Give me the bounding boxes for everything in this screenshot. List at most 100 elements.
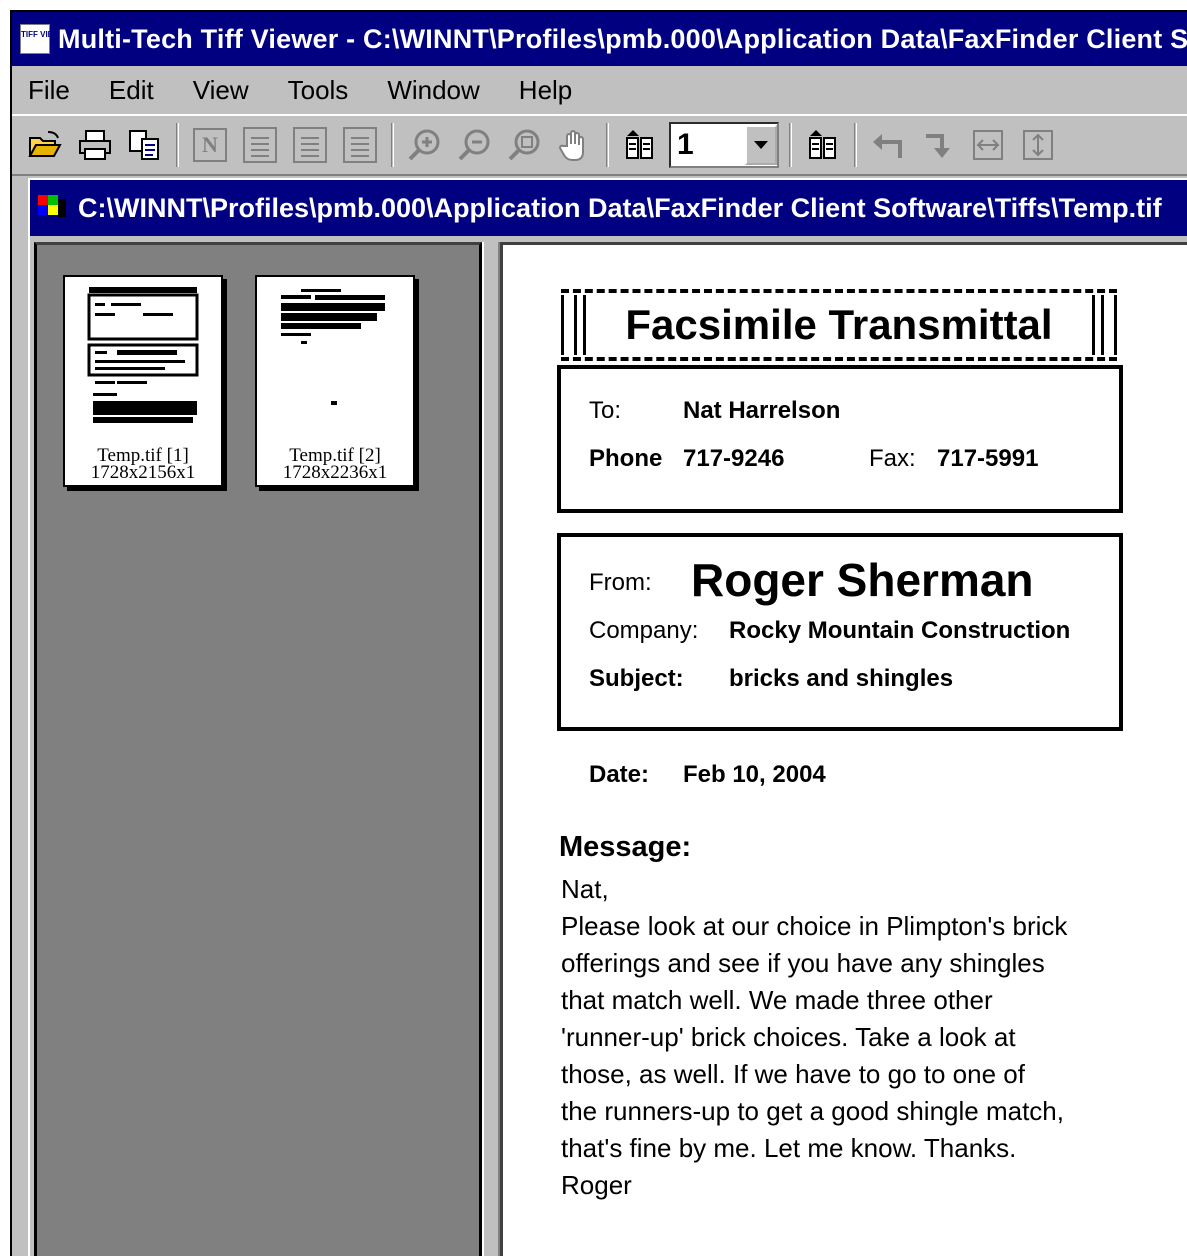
tiff-viewer-app-icon[interactable]: TIFF VIEW	[20, 24, 61, 54]
subject-value: bricks and shingles	[729, 665, 954, 692]
menu-view-label: View	[192, 74, 249, 105]
phone-label: Phone	[589, 445, 663, 472]
menu-bar: File Edit View Tools Window Help	[12, 66, 1187, 114]
flip-vertical-button[interactable]	[1013, 122, 1063, 168]
toolbar-separator	[854, 123, 857, 167]
app-title-bar[interactable]: TIFF VIEW Multi-Tech Tiff Viewer - C:\WI…	[12, 12, 1187, 66]
document-title: C:\WINNT\Profiles\pmb.000\Application Da…	[78, 192, 1162, 223]
fax-label: Fax:	[869, 445, 916, 472]
menu-edit-label: Edit	[108, 74, 154, 105]
date-label: Date:	[589, 761, 650, 788]
fit-page-button[interactable]	[335, 122, 385, 168]
fit-width-button[interactable]	[235, 122, 285, 168]
next-page-button[interactable]	[798, 122, 848, 168]
company-value: Rocky Mountain Construction	[729, 617, 1071, 644]
rotate-left-icon	[873, 134, 902, 158]
menu-help-label: Help	[518, 74, 573, 105]
fit-height-button[interactable]	[285, 122, 335, 168]
next-page-icon	[809, 130, 836, 159]
prev-page-icon	[626, 130, 653, 159]
message-body: Nat, Please look at our choice in Plimpt…	[561, 871, 1181, 1204]
fax-banner: Facsimile Transmittal	[561, 289, 1117, 361]
menu-window[interactable]: Window	[381, 73, 485, 108]
document-view-pane[interactable]: Facsimile Transmittal To: Nat Harrelson …	[500, 242, 1187, 1256]
to-label: To:	[589, 397, 622, 424]
fax-page: Facsimile Transmittal To: Nat Harrelson …	[517, 245, 1177, 1256]
toolbar-separator	[176, 123, 179, 167]
toolbar-separator	[391, 123, 394, 167]
menu-window-label: Window	[387, 74, 480, 105]
zoom-out-icon	[458, 129, 490, 161]
flip-horizontal-button[interactable]	[963, 122, 1013, 168]
menu-tools-label: Tools	[287, 74, 349, 105]
message-label: Message:	[559, 831, 692, 863]
normal-view-button[interactable]: N	[185, 122, 235, 168]
zoom-in-button[interactable]	[400, 122, 450, 168]
document-window: C:\WINNT\Profiles\pmb.000\Application Da…	[28, 178, 1187, 1256]
message-line: that's fine by me. Let me know. Thanks.	[561, 1133, 1017, 1163]
sender-box: From: Roger Sherman Company: Rocky Mount…	[557, 533, 1123, 731]
chevron-down-icon	[754, 141, 768, 149]
thumbnail-size: 1728x2236x1	[282, 462, 388, 483]
prev-page-button[interactable]	[615, 122, 665, 168]
flip-vertical-icon	[1023, 130, 1053, 160]
open-button[interactable]	[20, 122, 70, 168]
message-line: those, as well. If we have to go to one …	[561, 1059, 1025, 1089]
rotate-right-icon	[926, 134, 950, 158]
company-label: Company:	[589, 617, 699, 644]
thumbnail-pane: Temp.tif [1] 1728x2156x1 Temp.tif [2] 17…	[34, 242, 482, 1256]
menu-view[interactable]: View	[187, 73, 255, 108]
page-2-preview	[281, 289, 385, 405]
toolbar-separator	[789, 123, 792, 167]
message-line: Roger	[561, 1170, 632, 1200]
rotate-right-button[interactable]	[913, 122, 963, 168]
zoom-area-button[interactable]	[500, 122, 550, 168]
recipient-box: To: Nat Harrelson Phone 717-9246 Fax: 71…	[557, 365, 1123, 513]
pane-splitter[interactable]	[482, 242, 500, 1256]
menu-edit[interactable]: Edit	[103, 73, 160, 108]
date-value: Feb 10, 2004	[683, 761, 826, 788]
copy-button[interactable]	[120, 122, 170, 168]
thumbnail-caption: Temp.tif [1] 1728x2156x1	[65, 446, 221, 483]
subject-label: Subject:	[589, 665, 684, 692]
message-line: Please look at our choice in Plimpton's …	[561, 911, 1068, 941]
phone-value: 717-9246	[683, 445, 785, 472]
message-line: that match well. We made three other	[561, 985, 993, 1015]
print-button[interactable]	[70, 122, 120, 168]
copy-icon	[129, 130, 159, 160]
from-label: From:	[589, 569, 652, 596]
document-window-icon[interactable]	[38, 195, 68, 221]
page-number-value[interactable]: 1	[671, 128, 745, 162]
document-title-bar[interactable]: C:\WINNT\Profiles\pmb.000\Application Da…	[30, 180, 1187, 236]
fax-value: 717-5991	[937, 445, 1039, 472]
thumbnail-caption: Temp.tif [2] 1728x2236x1	[257, 446, 413, 483]
zoom-out-button[interactable]	[450, 122, 500, 168]
pan-button[interactable]	[550, 122, 600, 168]
message-line: 'runner-up' brick choices. Take a look a…	[561, 1022, 1016, 1052]
rotate-left-button[interactable]	[863, 122, 913, 168]
toolbar: N 1	[12, 114, 1187, 176]
from-value: Roger Sherman	[691, 554, 1034, 606]
page-1-preview	[87, 287, 199, 423]
menu-file[interactable]: File	[22, 73, 76, 108]
menu-tools[interactable]: Tools	[282, 73, 355, 108]
pan-icon	[559, 130, 584, 161]
fit-width-icon	[243, 127, 277, 163]
toolbar-separator	[606, 123, 609, 167]
thumbnail-page-1[interactable]: Temp.tif [1] 1728x2156x1	[63, 275, 223, 487]
app-window: TIFF VIEW Multi-Tech Tiff Viewer - C:\WI…	[10, 10, 1187, 1256]
fit-height-icon	[293, 127, 327, 163]
print-icon	[79, 130, 111, 160]
menu-help[interactable]: Help	[513, 73, 578, 108]
normal-view-icon: N	[193, 128, 227, 162]
thumbnail-page-2[interactable]: Temp.tif [2] 1728x2236x1	[255, 275, 415, 487]
thumbnail-size: 1728x2156x1	[90, 462, 196, 483]
app-title: Multi-Tech Tiff Viewer - C:\WINNT\Profil…	[58, 23, 1187, 54]
page-dropdown-button[interactable]	[745, 125, 777, 165]
fax-banner-title: Facsimile Transmittal	[625, 301, 1053, 348]
zoom-area-icon	[508, 129, 540, 161]
page-number-combo[interactable]: 1	[669, 122, 779, 168]
open-icon	[28, 131, 62, 157]
message-line: the runners-up to get a good shingle mat…	[561, 1096, 1064, 1126]
zoom-in-icon	[408, 129, 440, 161]
